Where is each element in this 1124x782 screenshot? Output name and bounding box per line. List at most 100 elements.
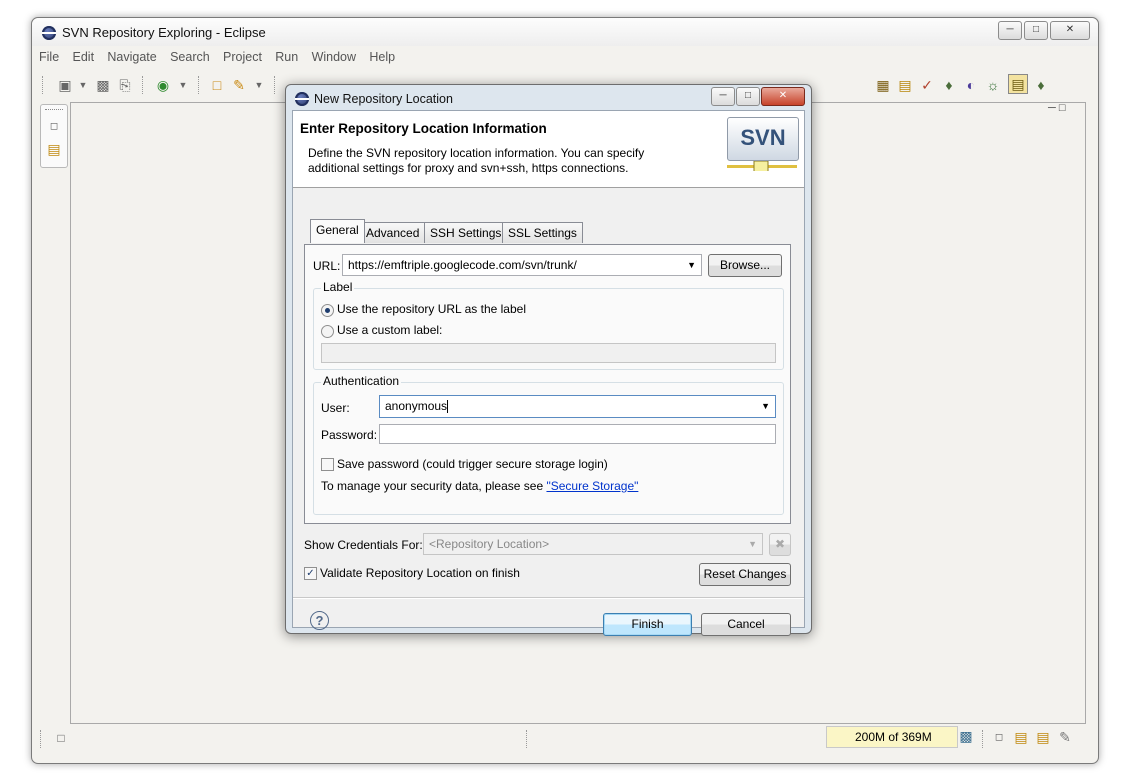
help-icon[interactable]: ? [310,611,329,630]
menu-edit[interactable]: Edit [73,47,95,67]
print-icon[interactable]: ⎘ [116,76,134,94]
window-title: SVN Repository Exploring - Eclipse [62,25,266,40]
menu-bar: File Edit Navigate Search Project Run Wi… [39,47,405,67]
minimize-icon[interactable]: ─ □ [1048,102,1066,114]
chevron-down-icon[interactable]: ▼ [748,534,757,554]
title-bar: SVN Repository Exploring - Eclipse ─ □ ✕ [32,18,1098,46]
tab-ssl-settings[interactable]: SSL Settings [502,222,583,243]
dialog-header: Enter Repository Location Information De… [293,111,804,188]
label-group: Label Use the repository URL as the labe… [313,280,784,370]
tab-advanced[interactable]: Advanced [360,222,426,243]
new-repository-dialog: New Repository Location ─ □ ✕ Enter Repo… [285,84,812,636]
menu-run[interactable]: Run [275,47,298,67]
trash-icon[interactable]: ▩ [957,727,975,745]
cancel-button[interactable]: Cancel [701,613,791,636]
header-description: Define the SVN repository location infor… [308,146,645,175]
show-credentials-label: Show Credentials For: [304,538,423,552]
radio-custom-label[interactable] [321,325,334,338]
pencil-icon[interactable]: ✎ [230,76,248,94]
maximize-icon: □ [744,90,752,101]
menu-search[interactable]: Search [170,47,210,67]
svn-perspective-icon[interactable]: ▤ [1008,74,1028,94]
url-combo[interactable]: https://emftriple.googlecode.com/svn/tru… [342,254,702,276]
run-icon[interactable]: ◉ [154,76,172,94]
dialog-minimize-button[interactable]: ─ [711,87,735,106]
delete-icon: ✖ [774,537,786,551]
browse-button[interactable]: Browse... [708,254,782,277]
authentication-group: Authentication User: anonymous ▼ Passwor… [313,374,784,515]
close-icon: ✕ [778,90,788,101]
tab-general[interactable]: General [310,219,365,243]
repositories-view-icon[interactable]: ▤ [45,140,63,158]
close-button[interactable]: ✕ [1050,21,1090,40]
chevron-down-icon[interactable]: ▼ [74,76,92,94]
chevron-down-icon[interactable]: ▼ [174,76,192,94]
dialog-close-button[interactable]: ✕ [761,87,805,106]
url-label: URL: [313,259,341,273]
authentication-group-title: Authentication [321,374,402,388]
svn-logo-stand [727,161,797,171]
user-value: anonymous [385,399,448,413]
password-label: Password: [321,428,378,442]
maximize-icon: □ [1032,24,1040,35]
chevron-down-icon[interactable]: ▼ [250,76,268,94]
menu-project[interactable]: Project [223,47,262,67]
save-password-checkbox[interactable] [321,458,334,471]
custom-label-input[interactable] [321,343,776,363]
label-group-title: Label [321,280,355,294]
button-bar-separator [293,597,804,599]
menu-file[interactable]: File [39,47,59,67]
properties-view-icon[interactable]: ✎ [1056,728,1074,746]
team-perspective-icon[interactable]: ✓ [918,76,936,94]
java-perspective-icon[interactable]: ♦ [1032,76,1050,94]
debug-perspective-icon[interactable]: ☼ [984,76,1002,94]
fast-view-icon[interactable]: □ [52,729,70,747]
minimize-button[interactable]: ─ [998,21,1022,40]
general-tab-panel: URL: https://emftriple.googlecode.com/sv… [304,244,791,524]
repositories-view-icon[interactable]: ▤ [1012,728,1030,746]
minimize-icon: ─ [1006,24,1014,35]
restore-icon[interactable]: ◻ [990,729,1008,747]
validate-label[interactable]: Validate Repository Location on finish [320,566,520,580]
chevron-down-icon[interactable]: ▼ [761,396,770,417]
menu-window[interactable]: Window [312,47,356,67]
url-value: https://emftriple.googlecode.com/svn/tru… [348,258,577,272]
menu-navigate[interactable]: Navigate [107,47,156,67]
tab-ssh-settings[interactable]: SSH Settings [424,222,508,243]
history-view-icon[interactable]: ▤ [1034,728,1052,746]
maximize-button[interactable]: □ [1024,21,1048,40]
restore-icon[interactable]: ◻ [45,118,63,136]
close-icon: ✕ [1065,24,1075,35]
radio-custom-label-label[interactable]: Use a custom label: [337,323,442,337]
secure-storage-link[interactable]: "Secure Storage" [546,479,638,493]
tab-bar: General Advanced SSH Settings SSL Settin… [304,219,789,244]
plugin-perspective-icon[interactable]: ◐ [962,76,980,94]
validate-checkbox[interactable]: ✓ [304,567,317,580]
user-combo[interactable]: anonymous ▼ [379,395,776,418]
dialog-maximize-button[interactable]: □ [736,87,760,106]
save-password-label[interactable]: Save password (could trigger secure stor… [337,457,608,471]
heap-status[interactable]: 200M of 369M [826,726,958,748]
show-credentials-combo[interactable]: <Repository Location> ▼ [423,533,763,555]
menu-help[interactable]: Help [369,47,395,67]
chevron-down-icon[interactable]: ▼ [687,255,696,275]
open-folder-icon[interactable]: □ [208,76,226,94]
radio-use-repo-url[interactable] [321,304,334,317]
cvs-perspective-icon[interactable]: ▤ [896,76,914,94]
java5-perspective-icon[interactable]: ♦ [940,76,958,94]
security-text: To manage your security data, please see… [321,479,639,493]
dialog-title: New Repository Location [314,92,453,106]
new-wizard-icon[interactable]: ▣ [56,76,74,94]
reset-changes-button[interactable]: Reset Changes [699,563,791,586]
radio-use-repo-url-label[interactable]: Use the repository URL as the label [337,302,526,316]
user-label: User: [321,401,350,415]
open-perspective-icon[interactable]: ▦ [874,76,892,94]
save-icon[interactable]: ▩ [94,76,112,94]
password-input[interactable] [379,424,776,444]
finish-button[interactable]: Finish [603,613,692,636]
eclipse-icon [42,26,56,40]
delete-credentials-button[interactable]: ✖ [769,533,791,556]
heap-status-text: 200M of 369M [855,730,932,744]
svn-logo-icon: SVN [727,117,799,161]
left-trim-stack: ◻ ▤ [40,104,68,168]
